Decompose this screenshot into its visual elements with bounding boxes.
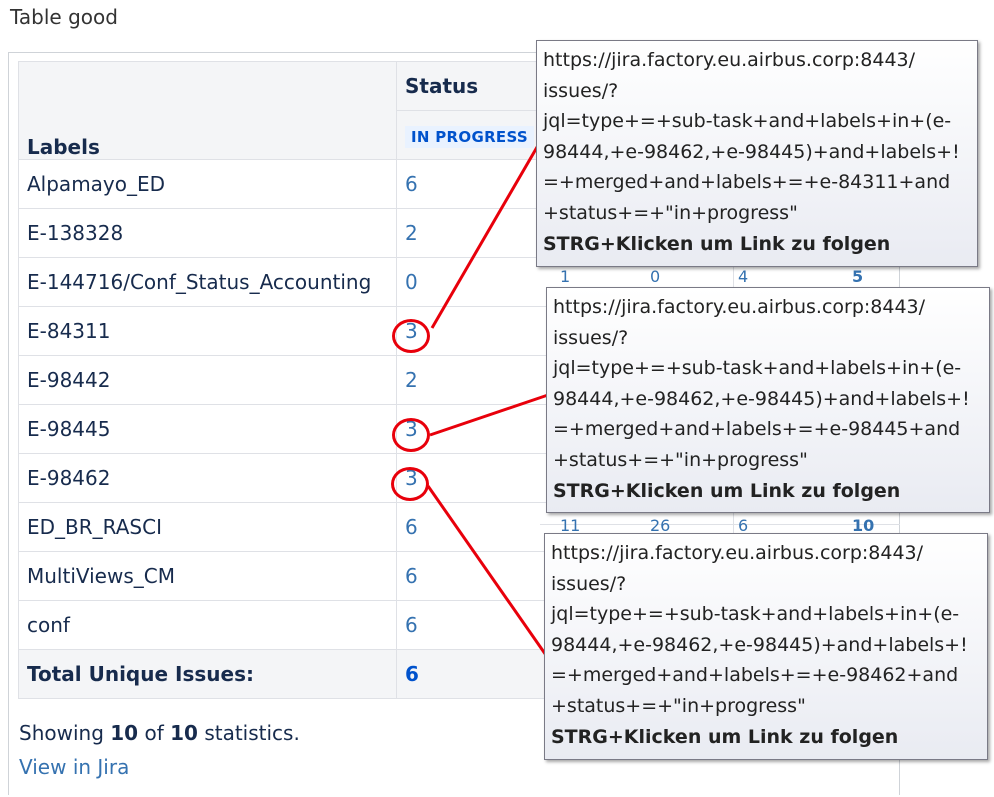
link-tooltip: https://jira.factory.eu.airbus.corp:8443…	[546, 287, 990, 513]
annotation-line	[429, 393, 549, 437]
annotation-circle	[391, 467, 429, 501]
link-tooltip: https://jira.factory.eu.airbus.corp:8443…	[544, 533, 988, 760]
link-tooltip: https://jira.factory.eu.airbus.corp:8443…	[536, 40, 978, 267]
annotation-line	[430, 141, 542, 329]
annotation-line	[426, 485, 550, 659]
annotation-circle	[392, 418, 430, 452]
annotation-circle	[392, 319, 430, 353]
